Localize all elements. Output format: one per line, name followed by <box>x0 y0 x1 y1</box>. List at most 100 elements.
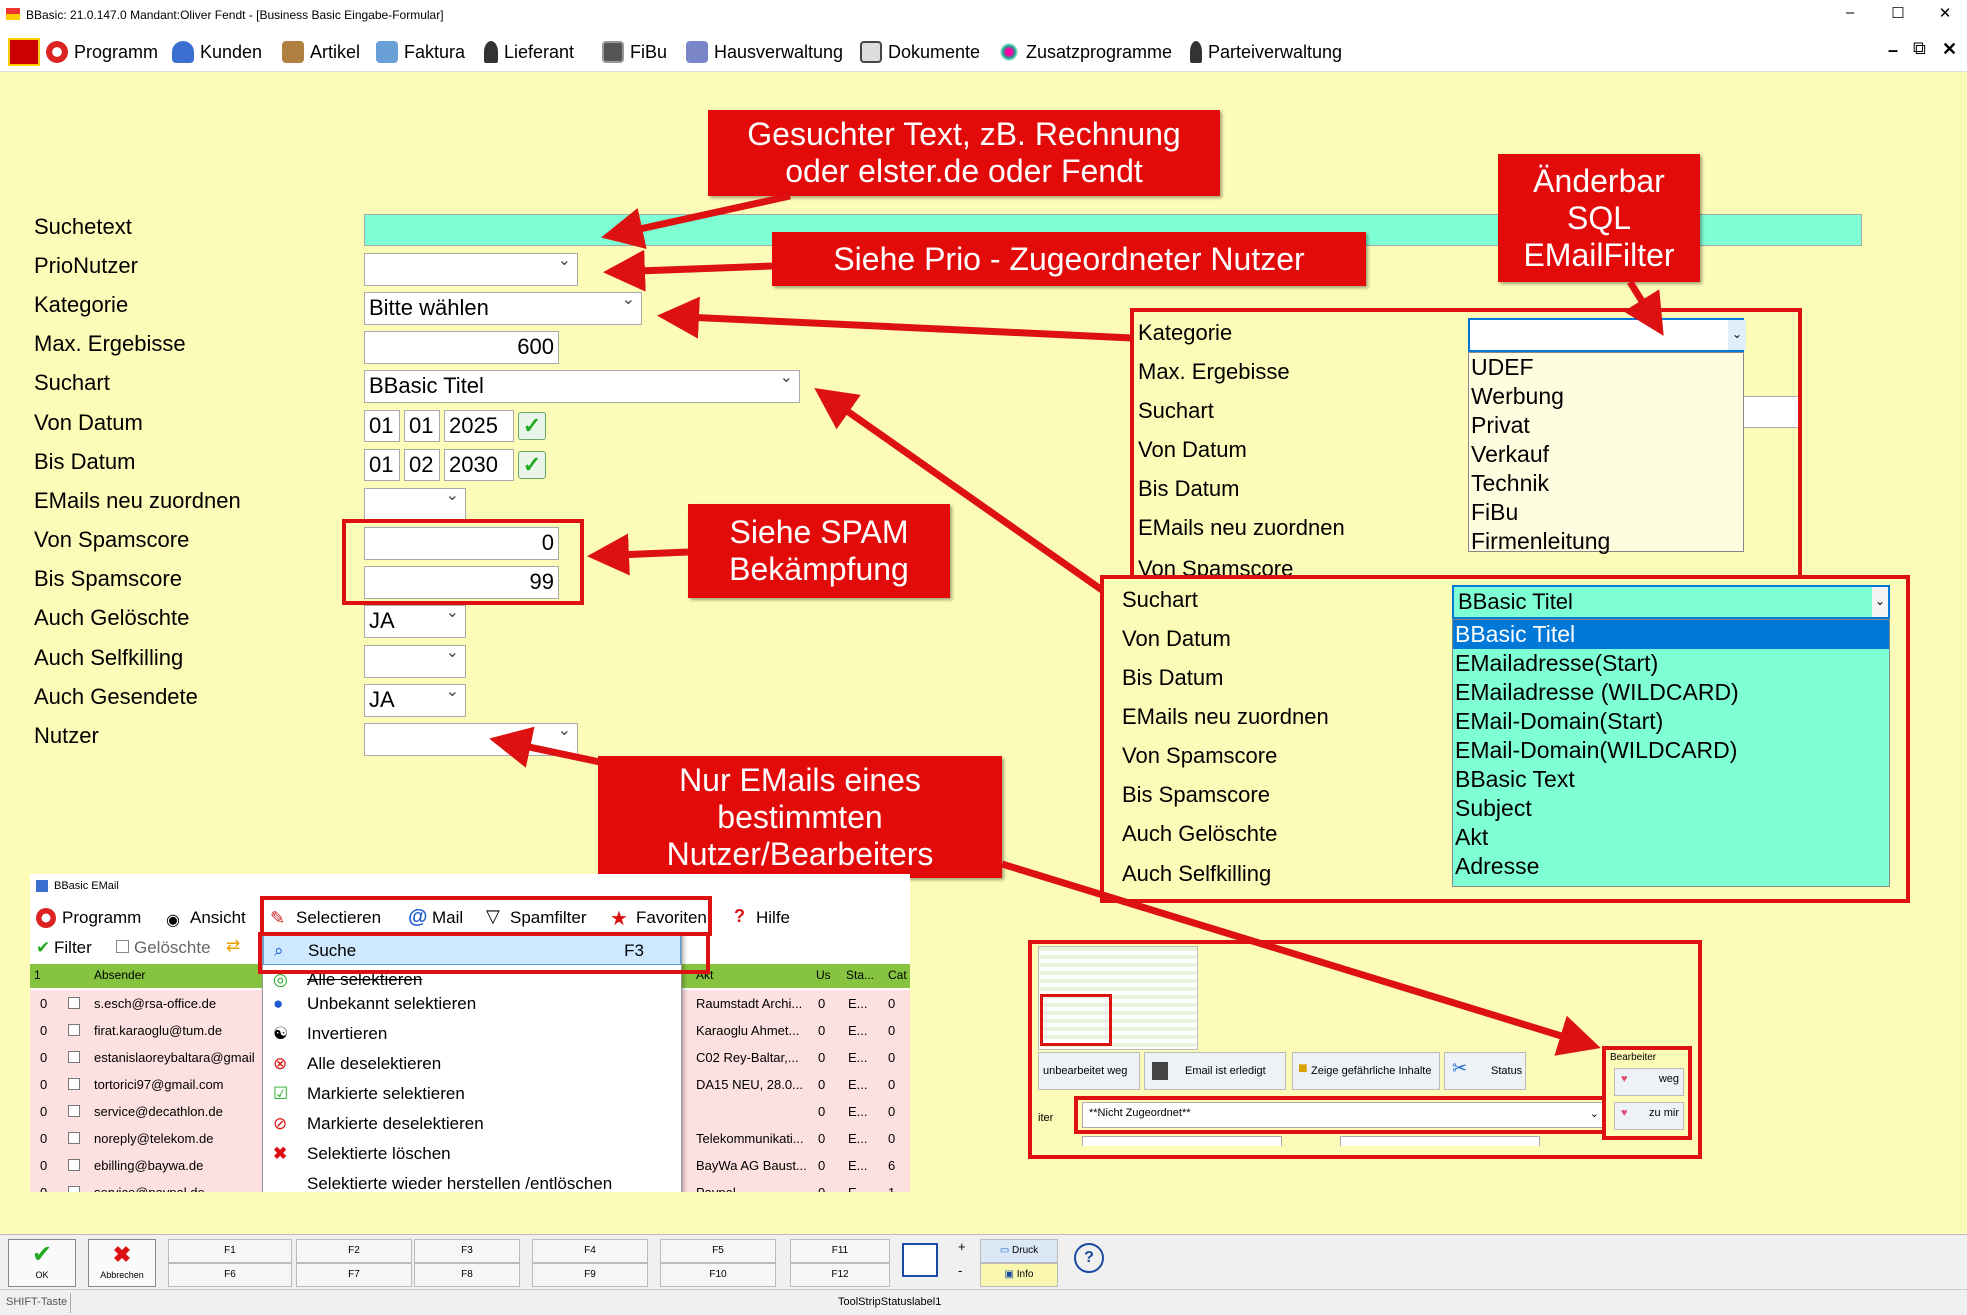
auch-selfkilling-select[interactable] <box>364 645 466 678</box>
ctx-item-markierte-selektieren[interactable]: ☑ Markierte selektieren <box>263 1079 681 1109</box>
maximize-button[interactable]: ☐ <box>1883 4 1913 22</box>
menu-lieferant[interactable]: Lieferant <box>484 41 574 63</box>
f2-button[interactable]: F2 <box>296 1239 412 1263</box>
row-checkbox[interactable] <box>68 1105 80 1117</box>
bis-datum-day[interactable]: 01 <box>364 449 400 481</box>
f12-button[interactable]: F12 <box>790 1263 890 1287</box>
f5-button[interactable]: F5 <box>660 1239 776 1263</box>
von-datum-day[interactable]: 01 <box>364 410 400 442</box>
option[interactable]: Akt <box>1453 823 1889 852</box>
chevron-down-icon[interactable]: ⌄ <box>1728 320 1746 350</box>
col-header[interactable]: Absender <box>94 968 145 982</box>
ctx-item-markierte-deselektieren[interactable]: ⊘ Markierte deselektieren <box>263 1109 681 1139</box>
auch-geloeschte-select[interactable]: JA <box>364 605 466 638</box>
f1-button[interactable]: F1 <box>168 1239 292 1263</box>
email-menu-hilfe[interactable]: Hilfe <box>756 908 790 928</box>
emails-neu-zuordnen-select[interactable] <box>364 488 466 521</box>
keyboard-icon[interactable] <box>902 1243 938 1277</box>
mdi-close-button[interactable]: ✕ <box>1942 39 1957 60</box>
auch-gesendete-select[interactable]: JA <box>364 684 466 717</box>
von-datum-year[interactable]: 2025 <box>444 410 514 442</box>
option-selected[interactable]: BBasic Titel <box>1453 620 1889 649</box>
ctx-item-wiederherstellen[interactable]: Selektierte wieder herstellen /entlösche… <box>263 1169 681 1192</box>
cancel-button[interactable]: ✖ Abbrechen <box>88 1239 156 1287</box>
row-checkbox[interactable] <box>68 1186 80 1192</box>
ok-button[interactable]: ✔ OK <box>8 1239 76 1287</box>
help-icon[interactable]: ? <box>1074 1243 1104 1273</box>
option[interactable]: BBasic Text <box>1453 765 1889 794</box>
ctx-item-invertieren[interactable]: ☯ Invertieren <box>263 1019 681 1049</box>
menu-dokumente[interactable]: Dokumente <box>860 41 980 63</box>
prionutzer-select[interactable] <box>364 253 578 286</box>
kategorie-panel-select[interactable] <box>1468 318 1744 352</box>
refresh-icon[interactable]: ⇄ <box>226 936 240 956</box>
option[interactable]: Subject <box>1453 794 1889 823</box>
f3-button[interactable]: F3 <box>414 1239 520 1263</box>
option[interactable]: UDEF <box>1469 353 1743 382</box>
option[interactable]: Firmenleitung <box>1469 527 1743 556</box>
minimize-button[interactable]: – <box>1835 4 1865 21</box>
kategorie-select[interactable]: Bitte wählen <box>364 292 642 325</box>
close-button[interactable]: ✕ <box>1930 4 1960 22</box>
geloeschte-checkbox[interactable] <box>116 940 129 953</box>
email-menu-ansicht[interactable]: Ansicht <box>190 908 246 928</box>
minus-button[interactable]: - <box>958 1263 962 1278</box>
f11-button[interactable]: F11 <box>790 1239 890 1263</box>
row-checkbox[interactable] <box>68 1051 80 1063</box>
f10-button[interactable]: F10 <box>660 1263 776 1287</box>
row-checkbox[interactable] <box>68 1078 80 1090</box>
row-checkbox[interactable] <box>68 1132 80 1144</box>
f7-button[interactable]: F7 <box>296 1263 412 1287</box>
option[interactable]: EMail-Domain(WILDCARD) <box>1453 736 1889 765</box>
option[interactable]: EMail-Domain(Start) <box>1453 707 1889 736</box>
option[interactable]: Werbung <box>1469 382 1743 411</box>
row-checkbox[interactable] <box>68 997 80 1009</box>
bis-datum-month[interactable]: 02 <box>404 449 440 481</box>
menu-parteiverwaltung[interactable]: Parteiverwaltung <box>1190 41 1342 63</box>
col-header[interactable]: 1 <box>34 968 41 982</box>
row-checkbox[interactable] <box>68 1024 80 1036</box>
plus-button[interactable]: + <box>958 1239 966 1254</box>
von-datum-month[interactable]: 01 <box>404 410 440 442</box>
row-number: 0 <box>40 1158 48 1173</box>
menu-faktura[interactable]: Faktura <box>376 41 465 63</box>
option[interactable]: EMailadresse(Start) <box>1453 649 1889 678</box>
f9-button[interactable]: F9 <box>532 1263 648 1287</box>
row-checkbox[interactable] <box>68 1159 80 1171</box>
ctx-item-selektierte-loeschen[interactable]: ✖ Selektierte löschen <box>263 1139 681 1169</box>
mdi-restore-button[interactable]: ⧉ <box>1913 38 1926 59</box>
mdi-minimize-button[interactable]: – <box>1888 40 1898 61</box>
calendar-icon[interactable]: ✓ <box>518 451 546 479</box>
menu-hausverwaltung[interactable]: Hausverwaltung <box>686 41 843 63</box>
option[interactable]: Technik <box>1469 469 1743 498</box>
col-header[interactable]: Sta... <box>846 968 874 982</box>
ctx-item-unbekannt[interactable]: ● Unbekannt selektieren <box>263 989 681 1019</box>
option[interactable]: FiBu <box>1469 498 1743 527</box>
option[interactable]: Adresse <box>1453 852 1889 881</box>
option[interactable]: Verkauf <box>1469 440 1743 469</box>
menu-artikel[interactable]: Artikel <box>282 41 360 63</box>
menu-kunden[interactable]: Kunden <box>172 41 262 63</box>
option[interactable]: EMailadresse (WILDCARD) <box>1453 678 1889 707</box>
calendar-icon[interactable]: ✓ <box>518 412 546 440</box>
info-button[interactable]: ▣ Info <box>980 1263 1058 1287</box>
col-header[interactable]: Cat <box>888 968 907 982</box>
email-menu-programm[interactable]: Programm <box>62 908 141 928</box>
option[interactable]: Privat <box>1469 411 1743 440</box>
suchart-panel-select[interactable]: BBasic Titel <box>1452 585 1890 619</box>
ctx-item-alle-deselektieren[interactable]: ⊗ Alle deselektieren <box>263 1049 681 1079</box>
col-header[interactable]: Us <box>816 968 831 982</box>
menu-programm[interactable]: Programm <box>46 41 158 63</box>
druck-button[interactable]: ▭ Druck <box>980 1239 1058 1263</box>
bis-datum-year[interactable]: 2030 <box>444 449 514 481</box>
menu-zusatzprogramme[interactable]: Zusatzprogramme <box>998 41 1172 63</box>
max-ergebnisse-input[interactable]: 600 <box>364 331 559 364</box>
suchart-select[interactable]: BBasic Titel <box>364 370 800 403</box>
f6-button[interactable]: F6 <box>168 1263 292 1287</box>
f8-button[interactable]: F8 <box>414 1263 520 1287</box>
menu-fibu[interactable]: FiBu <box>602 41 667 63</box>
f4-button[interactable]: F4 <box>532 1239 648 1263</box>
chevron-down-icon[interactable]: ⌄ <box>1872 587 1888 617</box>
nutzer-select[interactable] <box>364 723 578 756</box>
filter-dropdown[interactable]: Filter <box>54 938 92 958</box>
